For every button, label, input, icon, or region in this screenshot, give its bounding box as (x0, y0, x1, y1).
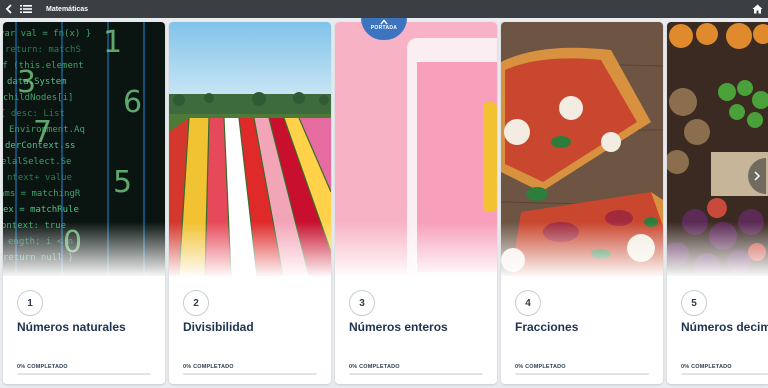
home-button[interactable] (750, 2, 764, 16)
image-fade (169, 222, 331, 278)
unit-number: 3 (349, 290, 375, 316)
home-icon (752, 4, 762, 14)
svg-text:1: 1 (103, 25, 122, 60)
unit-card-2[interactable]: 2 Divisibilidad 0% COMPLETADO (169, 22, 331, 384)
image-fade (667, 222, 768, 278)
progress-label: 0% COMPLETADO (349, 364, 400, 370)
unit-number: 2 (183, 290, 209, 316)
list-icon (20, 5, 32, 13)
portada-label: PORTADA (370, 25, 398, 31)
unit-title: Números decima (681, 320, 768, 334)
unit-card-3[interactable]: 3 Números enteros 0% COMPLETADO (335, 22, 497, 384)
svg-text:5: 5 (113, 165, 132, 200)
progress-label: 0% COMPLETADO (183, 364, 234, 370)
svg-text:3: 3 (17, 65, 36, 100)
back-button[interactable] (2, 0, 16, 18)
image-fade (335, 222, 497, 278)
progress-bar (515, 373, 649, 375)
svg-text:6: 6 (123, 85, 142, 120)
image-fade (501, 222, 663, 278)
unit-title: Fracciones (515, 320, 579, 334)
page-title: Matemáticas (46, 5, 89, 13)
unit-number: 1 (17, 290, 43, 316)
unit-number: 5 (681, 290, 707, 316)
progress-label: 0% COMPLETADO (515, 364, 566, 370)
unit-card-4[interactable]: 4 Fracciones 0% COMPLETADO (501, 22, 663, 384)
progress-bar (183, 373, 317, 375)
progress-bar (681, 373, 768, 375)
unit-title: Divisibilidad (183, 320, 254, 334)
svg-text:7: 7 (33, 115, 52, 150)
menu-button[interactable] (18, 0, 34, 18)
chevron-right-icon (754, 171, 760, 181)
progress-bar (349, 373, 483, 375)
svg-text:ams = matchingR: ams = matchingR (3, 189, 81, 199)
progress-label: 0% COMPLETADO (681, 364, 732, 370)
unit-title: Números naturales (17, 320, 126, 334)
unit-card-5[interactable]: 5 Números decima 0% COMPLETADO (667, 22, 768, 384)
image-fade (3, 222, 165, 278)
progress-bar (17, 373, 151, 375)
unit-card-1[interactable]: var val = fn(x) } return: matchS if (thi… (3, 22, 165, 384)
svg-text:ex = matchRule: ex = matchRule (3, 205, 79, 215)
unit-title: Números enteros (349, 320, 448, 334)
progress-label: 0% COMPLETADO (17, 364, 68, 370)
chevron-left-icon (5, 4, 12, 14)
unit-number: 4 (515, 290, 541, 316)
top-bar: Matemáticas (0, 0, 768, 18)
